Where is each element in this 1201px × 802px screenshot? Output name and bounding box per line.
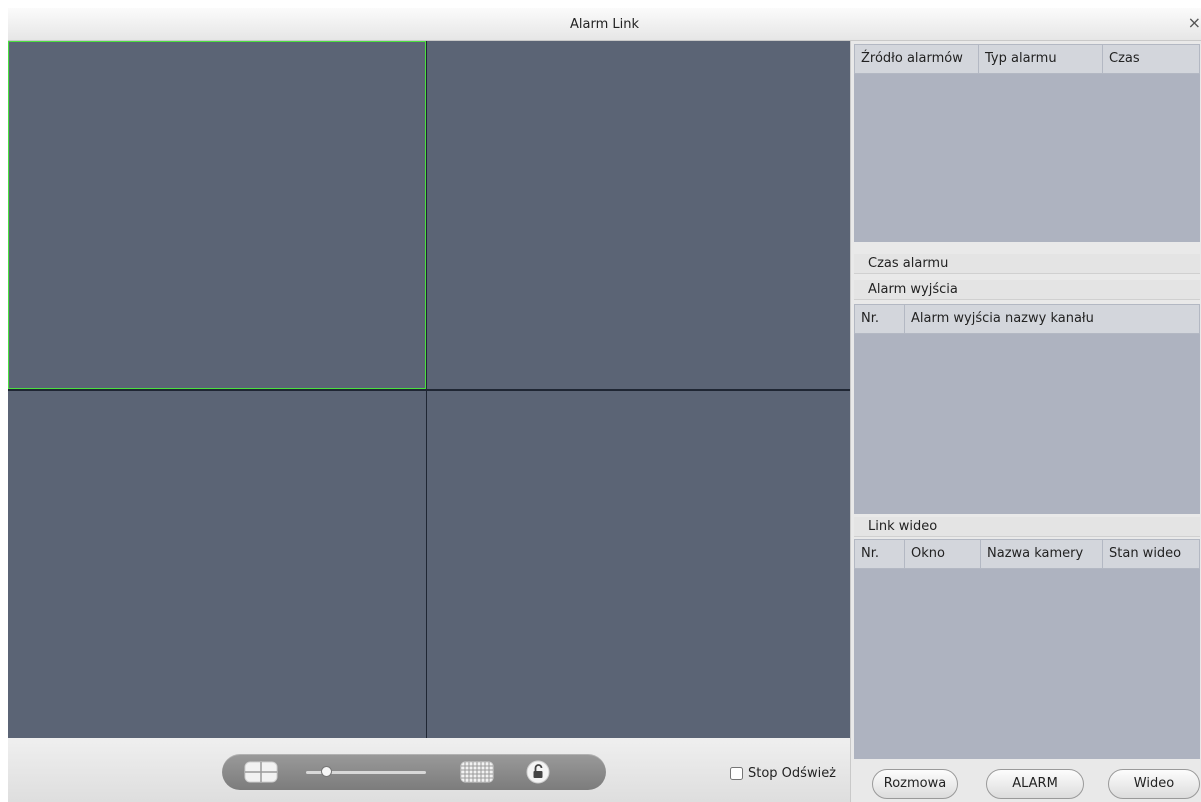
column-time[interactable]: Czas (1103, 45, 1199, 73)
talk-button[interactable]: Rozmowa (872, 769, 958, 799)
video-pane-3[interactable] (8, 391, 426, 738)
column-number[interactable]: Nr. (855, 305, 905, 333)
video-toolbar: Stop Odśwież (8, 738, 850, 802)
video-button[interactable]: Wideo (1108, 769, 1200, 799)
window-split-icon[interactable] (244, 761, 278, 787)
close-button[interactable]: × (1183, 12, 1201, 34)
alarm-button[interactable]: ALARM (986, 769, 1084, 799)
video-pane-4[interactable] (427, 391, 850, 738)
window-title: Alarm Link (569, 17, 639, 32)
alarm-table-header: Źródło alarmów Typ alarmu Czas (854, 44, 1200, 74)
video-pane-1[interactable] (8, 41, 426, 389)
video-link-label: Link wideo (854, 517, 1200, 537)
column-number[interactable]: Nr. (855, 540, 905, 568)
video-link-table-body[interactable] (854, 569, 1200, 759)
layout-control-bar (222, 754, 606, 790)
alarm-output-label: Alarm wyjścia (854, 280, 1200, 300)
alarm-side-panel: Źródło alarmów Typ alarmu Czas Czas alar… (850, 41, 1201, 802)
layout-slider-handle[interactable] (320, 766, 332, 777)
video-grid (8, 41, 850, 738)
stop-refresh-toggle[interactable]: Stop Odśwież (730, 766, 836, 781)
title-bar: Alarm Link × (8, 8, 1201, 41)
column-output-channel-name[interactable]: Alarm wyjścia nazwy kanału (905, 305, 1199, 333)
column-window[interactable]: Okno (905, 540, 981, 568)
alarm-table-body[interactable] (854, 74, 1200, 242)
grid-layout-icon[interactable] (460, 761, 494, 787)
column-alarm-source[interactable]: Źródło alarmów (855, 45, 979, 73)
column-alarm-type[interactable]: Typ alarmu (979, 45, 1103, 73)
stop-refresh-checkbox[interactable] (730, 767, 743, 780)
alarm-output-table-header: Nr. Alarm wyjścia nazwy kanału (854, 304, 1200, 334)
column-camera-name[interactable]: Nazwa kamery (981, 540, 1103, 568)
video-link-table-header: Nr. Okno Nazwa kamery Stan wideo (854, 539, 1200, 569)
alarm-time-label: Czas alarmu (854, 254, 1200, 274)
alarm-output-table-body[interactable] (854, 334, 1200, 514)
stop-refresh-label: Stop Odśwież (748, 766, 837, 781)
column-video-status[interactable]: Stan wideo (1103, 540, 1199, 568)
video-pane-2[interactable] (427, 41, 850, 389)
lock-icon[interactable] (526, 760, 550, 788)
